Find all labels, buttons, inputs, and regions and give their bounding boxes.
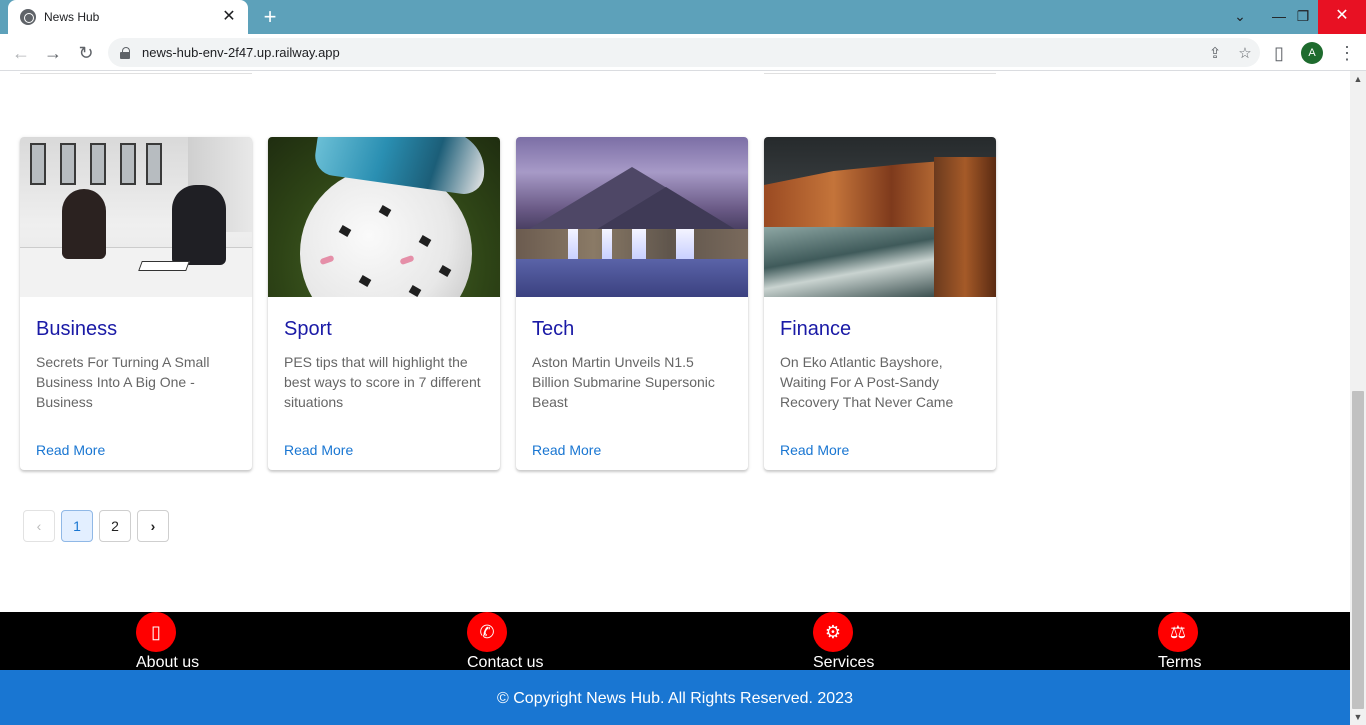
browser-menu-icon[interactable]: ⋮ <box>1334 40 1360 66</box>
window-close-button[interactable]: ✕ <box>1318 0 1366 34</box>
scrollbar-thumb[interactable] <box>1352 391 1364 709</box>
reload-button[interactable]: ↻ <box>73 40 99 66</box>
previous-card-edge <box>20 71 252 74</box>
footer-terms[interactable]: ⚖ Terms <box>1158 612 1202 672</box>
address-bar[interactable]: news-hub-env-2f47.up.railway.app ⇪ ☆ <box>108 38 1260 67</box>
card-description: PES tips that will highlight the best wa… <box>284 354 481 410</box>
read-more-link[interactable]: Read More <box>780 442 849 458</box>
scroll-up-arrow-icon[interactable]: ▲ <box>1350 71 1366 87</box>
browser-toolbar: ← → ↻ news-hub-env-2f47.up.railway.app ⇪… <box>0 34 1366 71</box>
tab-title: News Hub <box>44 10 100 24</box>
card-image-business-meeting[interactable] <box>20 137 252 297</box>
card-image-coastal-cliffs[interactable] <box>764 137 996 297</box>
side-panel-icon[interactable]: ▯ <box>1266 40 1292 66</box>
card-category[interactable]: Tech <box>532 318 574 341</box>
news-card-business: Business Secrets For Turning A Small Bus… <box>20 137 252 470</box>
news-card-tech: Tech Aston Martin Unveils N1.5 Billion S… <box>516 137 748 470</box>
footer-copyright: © Copyright News Hub. All Rights Reserve… <box>0 670 1350 725</box>
pagination-page-2[interactable]: 2 <box>99 510 131 542</box>
browser-tabstrip: News Hub ✕ + ⌄ — ❐ ✕ <box>0 0 1366 34</box>
card-description: Secrets For Turning A Small Business Int… <box>36 354 210 410</box>
previous-card-edge <box>764 71 996 74</box>
footer-services[interactable]: ⚙ Services <box>813 612 874 672</box>
card-description: On Eko Atlantic Bayshore, Waiting For A … <box>780 354 954 410</box>
news-card-sport: Sport PES tips that will highlight the b… <box>268 137 500 470</box>
bookmark-star-icon[interactable]: ☆ <box>1230 44 1260 62</box>
read-more-link[interactable]: Read More <box>36 442 105 458</box>
tab-close-icon[interactable]: ✕ <box>220 8 238 26</box>
card-image-waterfall[interactable] <box>516 137 748 297</box>
card-image-football[interactable] <box>268 137 500 297</box>
read-more-link[interactable]: Read More <box>284 442 353 458</box>
pagination-page-1[interactable]: 1 <box>61 510 93 542</box>
page-scrollbar[interactable]: ▲ ▼ <box>1350 71 1366 725</box>
globe-icon <box>20 9 36 25</box>
profile-avatar[interactable]: A <box>1301 42 1323 64</box>
scales-icon: ⚖ <box>1158 612 1198 652</box>
lock-icon[interactable] <box>120 46 130 59</box>
url-text[interactable]: news-hub-env-2f47.up.railway.app <box>142 45 1200 60</box>
footer-contact-us[interactable]: ✆ Contact us <box>467 612 543 672</box>
scroll-down-arrow-icon[interactable]: ▼ <box>1350 709 1366 725</box>
card-description: Aston Martin Unveils N1.5 Billion Submar… <box>532 354 715 410</box>
footer-nav: ▯ About us ✆ Contact us ⚙ Services ⚖ Ter… <box>0 612 1350 672</box>
new-tab-button[interactable]: + <box>256 4 284 30</box>
pagination-prev-button[interactable]: ‹ <box>23 510 55 542</box>
back-button[interactable]: ← <box>8 40 34 66</box>
phone-add-icon: ✆ <box>467 612 507 652</box>
read-more-link[interactable]: Read More <box>532 442 601 458</box>
card-category[interactable]: Business <box>36 318 117 341</box>
forward-button[interactable]: → <box>40 40 66 66</box>
footer-about-us[interactable]: ▯ About us <box>136 612 199 672</box>
share-icon[interactable]: ⇪ <box>1200 44 1230 62</box>
card-category[interactable]: Finance <box>780 318 851 341</box>
mobile-settings-icon: ▯ <box>136 612 176 652</box>
page-viewport: Business Secrets For Turning A Small Bus… <box>0 71 1350 725</box>
browser-tab[interactable]: News Hub ✕ <box>8 0 248 34</box>
card-category[interactable]: Sport <box>284 318 332 341</box>
news-card-finance: Finance On Eko Atlantic Bayshore, Waitin… <box>764 137 996 470</box>
pagination-next-button[interactable]: › <box>137 510 169 542</box>
delivery-scooter-icon: ⚙ <box>813 612 853 652</box>
